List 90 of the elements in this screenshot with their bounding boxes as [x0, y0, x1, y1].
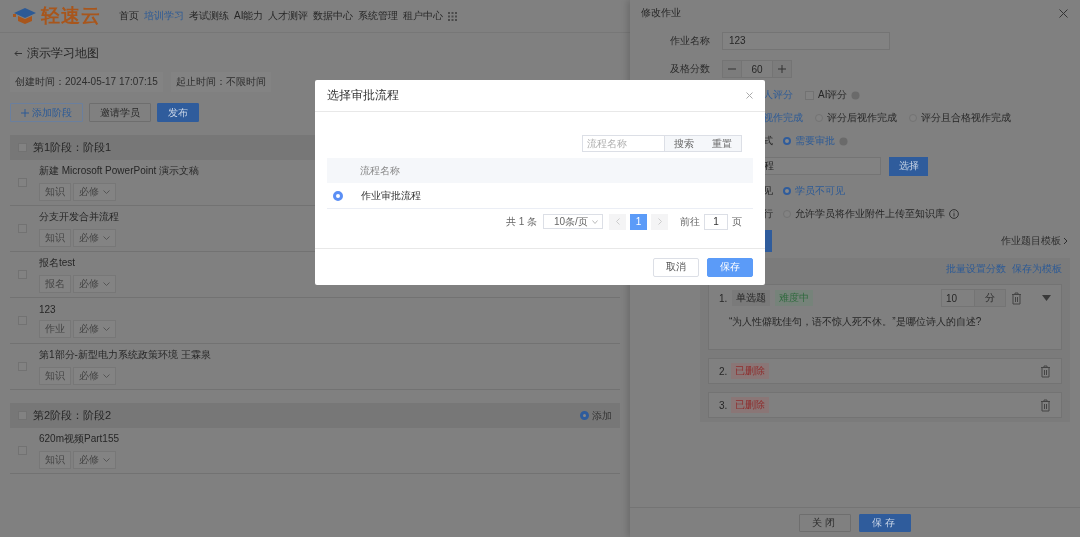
item-title[interactable]: 报名test: [39, 256, 116, 270]
template-link[interactable]: 作业题目模板: [1001, 234, 1068, 248]
save-button[interactable]: 保存: [707, 257, 753, 277]
column-header: 流程名称: [360, 163, 400, 178]
chevron-left-icon: [615, 218, 620, 225]
search-button[interactable]: 搜索: [665, 136, 703, 151]
field-label: 及格分数: [670, 62, 711, 76]
close-icon[interactable]: [746, 92, 753, 99]
question-text: “为人性僻耽佳句，语不惊人死不休。”是哪位诗人的自述?: [728, 315, 983, 329]
invite-button[interactable]: 邀请学员: [89, 103, 151, 122]
save-button[interactable]: 保存: [859, 513, 911, 532]
search-field[interactable]: 流程名称: [582, 135, 665, 152]
chevron-down-icon: [103, 374, 110, 378]
field-label: 作业名称: [670, 33, 711, 48]
radio-button[interactable]: [783, 137, 791, 145]
item-title[interactable]: 620m视频Part155: [39, 432, 120, 446]
score-field[interactable]: 10 分: [941, 289, 1006, 307]
back-arrow-icon[interactable]: [14, 49, 22, 57]
stage-title: 第2阶段：阶段2: [33, 408, 112, 423]
nav-item[interactable]: 系统管理: [358, 9, 399, 23]
cancel-button[interactable]: 取消: [653, 257, 699, 277]
question-type: 单选题: [732, 290, 771, 306]
requirement-dropdown[interactable]: 必修: [73, 367, 116, 385]
chevron-down-icon: [103, 458, 110, 462]
chevron-right-icon: [657, 218, 662, 225]
question-number: 3.: [719, 399, 728, 411]
drawer-title: 修改作业: [641, 6, 681, 20]
field-label: 式: [763, 134, 774, 148]
reset-button[interactable]: 重置: [703, 136, 741, 151]
chevron-down-icon: [592, 219, 598, 224]
radio-label[interactable]: 评分后视作完成: [827, 111, 897, 125]
requirement-dropdown[interactable]: 必修: [73, 229, 116, 247]
requirement-dropdown[interactable]: 必修: [73, 275, 116, 293]
chevron-right-icon: [1063, 237, 1068, 245]
grid-icon[interactable]: [448, 11, 458, 21]
radio-label[interactable]: 评分且合格视作完成: [921, 111, 1011, 125]
chevron-down-icon: [103, 282, 110, 286]
total-count: 共 1 条: [505, 214, 537, 229]
stage-title: 第1阶段：阶段1: [33, 140, 112, 155]
close-button[interactable]: 关闭: [799, 513, 851, 532]
chevron-down-icon: [103, 326, 110, 331]
field-label: 见: [763, 183, 774, 198]
table-cell: 作业审批流程: [361, 188, 421, 203]
select-button[interactable]: 选择: [889, 156, 928, 176]
item-title[interactable]: 分支开发合并流程: [39, 210, 119, 224]
goto-field[interactable]: 1: [704, 213, 728, 230]
trash-icon[interactable]: [1040, 398, 1051, 412]
item-title[interactable]: 123: [39, 303, 116, 315]
requirement-dropdown[interactable]: 必修: [73, 451, 116, 469]
nav-item[interactable]: AI能力: [234, 9, 264, 23]
chevron-down-icon: [103, 190, 110, 194]
name-field[interactable]: 123: [722, 31, 890, 50]
question-number: 1.: [719, 292, 728, 304]
prev-page-button[interactable]: [609, 213, 626, 230]
item-title[interactable]: 第1部分-新型电力系统政策环境 王霖泉: [39, 348, 211, 362]
radio-label[interactable]: 允许学员将作业附件上传至知识库: [795, 207, 945, 221]
page-suffix: 页: [732, 214, 742, 229]
question-number: 2.: [719, 365, 728, 377]
nav-item[interactable]: 数据中心: [313, 9, 354, 23]
nav-item[interactable]: 人才测评: [268, 9, 309, 23]
page-title: 演示学习地图: [27, 44, 99, 62]
graduation-cap-icon: [12, 6, 38, 26]
score-stepper[interactable]: 60: [722, 60, 792, 78]
nav-item[interactable]: 首页: [119, 9, 139, 23]
item-title[interactable]: 新建 Microsoft PowerPoint 演示文稿: [39, 164, 200, 178]
caret-down-icon[interactable]: [1042, 295, 1051, 301]
deleted-tag: 已删除: [731, 363, 770, 379]
deleted-tag: 已删除: [731, 397, 770, 413]
goto-label: 前往: [680, 214, 700, 229]
trash-icon[interactable]: [1011, 291, 1022, 305]
logo-text: 轻速云: [41, 4, 101, 28]
page-size-select[interactable]: 10条/页: [543, 214, 603, 229]
plus-icon: [21, 108, 29, 117]
checkbox-label[interactable]: AI评分: [818, 88, 848, 102]
nav-item[interactable]: 租户中心: [403, 9, 444, 23]
radio-button[interactable]: [783, 186, 791, 195]
minus-icon[interactable]: [728, 65, 736, 73]
radio-button[interactable]: [333, 190, 343, 201]
chevron-down-icon: [103, 236, 110, 240]
next-page-button[interactable]: [651, 213, 668, 230]
trash-icon[interactable]: [1040, 364, 1051, 378]
plus-icon[interactable]: [778, 65, 786, 73]
publish-button[interactable]: 发布: [157, 103, 199, 122]
nav-item[interactable]: 考试测练: [189, 9, 229, 23]
requirement-dropdown[interactable]: 必修: [73, 183, 116, 201]
dialog-title: 选择审批流程: [327, 87, 399, 104]
close-icon[interactable]: [1059, 8, 1068, 18]
page-button[interactable]: 1: [630, 213, 647, 230]
requirement-dropdown[interactable]: 必修: [73, 319, 116, 338]
difficulty-tag: 难度中: [775, 290, 814, 306]
